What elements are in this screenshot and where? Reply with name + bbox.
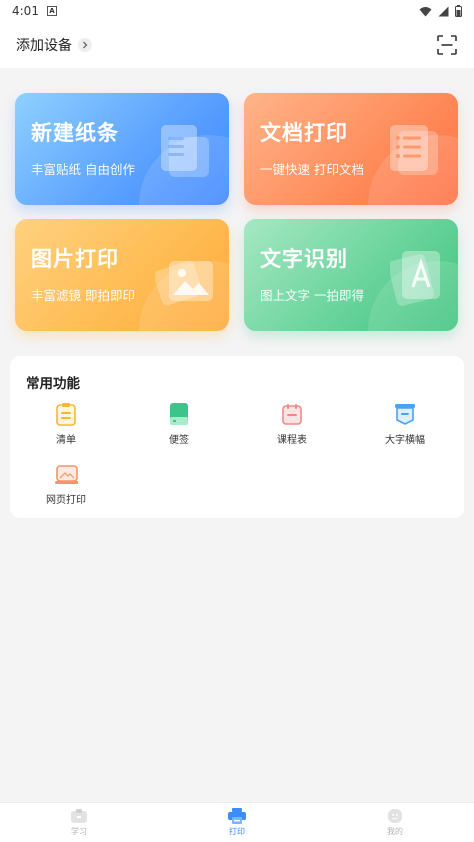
add-device-button[interactable]: 添加设备	[16, 35, 92, 55]
card-title: 文字识别	[260, 247, 348, 271]
banner-icon	[395, 404, 415, 425]
bottom-nav: 学习 打印 我的	[0, 802, 474, 842]
common-functions-title: 常用功能	[26, 376, 80, 392]
card-title: 新建纸条	[31, 121, 119, 145]
card-subtitle: 一键快速 打印文档	[260, 162, 364, 177]
card-title: 图片打印	[31, 247, 119, 271]
printer-icon	[228, 808, 246, 824]
chevron-right-icon	[78, 38, 92, 52]
add-device-label: 添加设备	[16, 38, 72, 54]
calendar-icon	[282, 404, 302, 425]
checklist-icon	[56, 403, 76, 426]
document-print-card[interactable]: 文档打印 一键快速 打印文档	[244, 93, 458, 205]
signal-icon	[438, 6, 449, 16]
new-note-card[interactable]: 新建纸条 丰富贴纸 自由创作	[15, 93, 229, 205]
battery-icon	[455, 5, 462, 17]
web-print-button[interactable]: 网页打印	[26, 462, 106, 506]
note-icon	[170, 403, 188, 425]
schedule-label: 课程表	[277, 435, 307, 446]
note-label: 便签	[169, 435, 189, 446]
checklist-label: 清单	[56, 435, 76, 446]
text-recognition-card[interactable]: 文字识别 图上文字 一拍即得	[244, 219, 458, 331]
nav-print[interactable]: 打印	[158, 803, 316, 842]
header: 添加设备	[0, 22, 474, 68]
card-subtitle: 图上文字 一拍即得	[260, 288, 364, 303]
notification-badge: A	[46, 6, 57, 16]
banner-label: 大字横幅	[385, 435, 425, 446]
scan-icon[interactable]	[436, 34, 458, 56]
nav-study-label: 学习	[71, 827, 87, 836]
status-icons	[419, 5, 462, 17]
profile-icon	[388, 809, 402, 823]
image-print-card[interactable]: 图片打印 丰富滤镜 即拍即印	[15, 219, 229, 331]
card-subtitle: 丰富滤镜 即拍即印	[31, 288, 135, 303]
study-icon	[71, 809, 87, 823]
wifi-icon	[419, 6, 432, 16]
checklist-button[interactable]: 清单	[26, 402, 106, 446]
nav-profile-label: 我的	[387, 827, 403, 836]
nav-study[interactable]: 学习	[0, 803, 158, 842]
banner-button[interactable]: 大字横幅	[365, 402, 445, 446]
card-title: 文档打印	[260, 121, 348, 145]
card-subtitle: 丰富贴纸 自由创作	[31, 162, 135, 177]
web-print-label: 网页打印	[46, 495, 86, 506]
web-print-icon	[55, 465, 78, 484]
nav-print-label: 打印	[229, 827, 245, 836]
note-button[interactable]: 便签	[139, 402, 219, 446]
status-time: 4:01	[12, 4, 39, 18]
status-bar: 4:01 A	[0, 0, 474, 22]
nav-profile[interactable]: 我的	[316, 803, 474, 842]
common-functions-panel: 常用功能 清单 便签 课程表 大字横幅 网页打印	[10, 356, 464, 518]
schedule-button[interactable]: 课程表	[252, 402, 332, 446]
